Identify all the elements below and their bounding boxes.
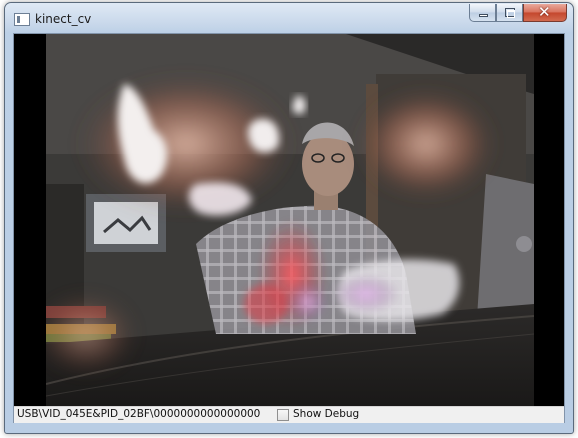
close-icon: ✕ [538, 3, 551, 21]
video-display [14, 34, 564, 406]
application-icon[interactable] [14, 13, 30, 26]
show-debug-checkbox[interactable] [277, 409, 289, 421]
maximize-icon [505, 8, 515, 18]
show-debug-label[interactable]: Show Debug [293, 408, 359, 420]
window-title: kinect_cv [35, 12, 92, 26]
client-area: USB\VID_045E&PID_02BF\0000000000000000 S… [13, 33, 565, 423]
device-path-label: USB\VID_045E&PID_02BF\0000000000000000 [17, 408, 261, 420]
camera-feed-image [46, 34, 534, 406]
minimize-icon [479, 14, 488, 17]
maximize-button[interactable] [496, 4, 523, 22]
minimize-button[interactable] [469, 4, 496, 22]
status-bar: USB\VID_045E&PID_02BF\0000000000000000 S… [14, 406, 564, 423]
title-bar[interactable]: kinect_cv ✕ [5, 3, 573, 29]
app-window: kinect_cv ✕ USB\VID_045E&PID_02BF\000000… [4, 2, 574, 434]
close-button[interactable]: ✕ [523, 3, 567, 22]
caption-buttons: ✕ [469, 3, 567, 24]
